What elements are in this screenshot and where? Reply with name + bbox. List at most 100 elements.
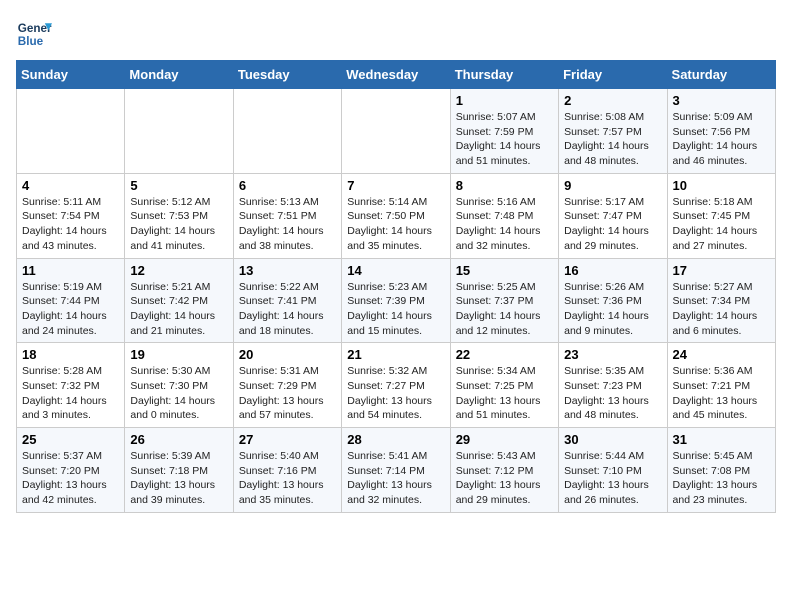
- calendar-week-row: 18 Sunrise: 5:28 AM Sunset: 7:32 PM Dayli…: [17, 343, 776, 428]
- day-number: 18: [22, 347, 119, 362]
- day-info: Sunrise: 5:31 AM Sunset: 7:29 PM Dayligh…: [239, 364, 336, 423]
- calendar-cell: 11 Sunrise: 5:19 AM Sunset: 7:44 PM Dayli…: [17, 258, 125, 343]
- day-number: 11: [22, 263, 119, 278]
- day-number: 26: [130, 432, 227, 447]
- day-info: Sunrise: 5:32 AM Sunset: 7:27 PM Dayligh…: [347, 364, 444, 423]
- calendar-cell: 20 Sunrise: 5:31 AM Sunset: 7:29 PM Dayli…: [233, 343, 341, 428]
- calendar-cell: 6Sunrise: 5:13 AM Sunset: 7:51 PM Daylig…: [233, 173, 341, 258]
- calendar-cell: 5 Sunrise: 5:12 AM Sunset: 7:53 PM Daylig…: [125, 173, 233, 258]
- calendar-cell: [342, 89, 450, 174]
- calendar-cell: 10 Sunrise: 5:18 AM Sunset: 7:45 PM Dayli…: [667, 173, 775, 258]
- logo-icon: General Blue: [16, 16, 52, 52]
- day-info: Sunrise: 5:16 AM Sunset: 7:48 PM Dayligh…: [456, 195, 553, 254]
- day-number: 5: [130, 178, 227, 193]
- day-info: Sunrise: 5:30 AM Sunset: 7:30 PM Dayligh…: [130, 364, 227, 423]
- day-info: Sunrise: 5:21 AM Sunset: 7:42 PM Dayligh…: [130, 280, 227, 339]
- day-number: 31: [673, 432, 770, 447]
- day-info: Sunrise: 5:45 AM Sunset: 7:08 PM Dayligh…: [673, 449, 770, 508]
- day-number: 30: [564, 432, 661, 447]
- calendar-week-row: 1 Sunrise: 5:07 AM Sunset: 7:59 PM Daylig…: [17, 89, 776, 174]
- calendar-cell: 23Sunrise: 5:35 AM Sunset: 7:23 PM Dayli…: [559, 343, 667, 428]
- calendar-cell: 31 Sunrise: 5:45 AM Sunset: 7:08 PM Dayli…: [667, 428, 775, 513]
- calendar-cell: 18 Sunrise: 5:28 AM Sunset: 7:32 PM Dayli…: [17, 343, 125, 428]
- calendar-cell: 24Sunrise: 5:36 AM Sunset: 7:21 PM Dayli…: [667, 343, 775, 428]
- calendar-cell: 2 Sunrise: 5:08 AM Sunset: 7:57 PM Daylig…: [559, 89, 667, 174]
- calendar-cell: 16 Sunrise: 5:26 AM Sunset: 7:36 PM Dayli…: [559, 258, 667, 343]
- day-number: 16: [564, 263, 661, 278]
- day-number: 29: [456, 432, 553, 447]
- day-header: Sunday: [17, 61, 125, 89]
- calendar-cell: 19 Sunrise: 5:30 AM Sunset: 7:30 PM Dayli…: [125, 343, 233, 428]
- day-number: 9: [564, 178, 661, 193]
- day-number: 14: [347, 263, 444, 278]
- day-info: Sunrise: 5:26 AM Sunset: 7:36 PM Dayligh…: [564, 280, 661, 339]
- day-info: Sunrise: 5:12 AM Sunset: 7:53 PM Dayligh…: [130, 195, 227, 254]
- calendar-cell: 9 Sunrise: 5:17 AM Sunset: 7:47 PM Daylig…: [559, 173, 667, 258]
- day-number: 22: [456, 347, 553, 362]
- day-info: Sunrise: 5:07 AM Sunset: 7:59 PM Dayligh…: [456, 110, 553, 169]
- calendar-cell: 1 Sunrise: 5:07 AM Sunset: 7:59 PM Daylig…: [450, 89, 558, 174]
- day-number: 15: [456, 263, 553, 278]
- logo: General Blue: [16, 16, 52, 52]
- day-number: 6: [239, 178, 336, 193]
- calendar-cell: [233, 89, 341, 174]
- day-info: Sunrise: 5:44 AM Sunset: 7:10 PM Dayligh…: [564, 449, 661, 508]
- day-info: Sunrise: 5:09 AM Sunset: 7:56 PM Dayligh…: [673, 110, 770, 169]
- day-header: Wednesday: [342, 61, 450, 89]
- calendar-cell: 4 Sunrise: 5:11 AM Sunset: 7:54 PM Daylig…: [17, 173, 125, 258]
- day-number: 8: [456, 178, 553, 193]
- calendar-cell: 3 Sunrise: 5:09 AM Sunset: 7:56 PM Daylig…: [667, 89, 775, 174]
- day-info: Sunrise: 5:39 AM Sunset: 7:18 PM Dayligh…: [130, 449, 227, 508]
- day-info: Sunrise: 5:22 AM Sunset: 7:41 PM Dayligh…: [239, 280, 336, 339]
- day-header: Tuesday: [233, 61, 341, 89]
- day-info: Sunrise: 5:23 AM Sunset: 7:39 PM Dayligh…: [347, 280, 444, 339]
- day-info: Sunrise: 5:11 AM Sunset: 7:54 PM Dayligh…: [22, 195, 119, 254]
- day-info: Sunrise: 5:19 AM Sunset: 7:44 PM Dayligh…: [22, 280, 119, 339]
- day-number: 17: [673, 263, 770, 278]
- day-number: 27: [239, 432, 336, 447]
- calendar-cell: 22 Sunrise: 5:34 AM Sunset: 7:25 PM Dayli…: [450, 343, 558, 428]
- day-info: Sunrise: 5:41 AM Sunset: 7:14 PM Dayligh…: [347, 449, 444, 508]
- calendar-week-row: 11 Sunrise: 5:19 AM Sunset: 7:44 PM Dayli…: [17, 258, 776, 343]
- day-number: 13: [239, 263, 336, 278]
- calendar-cell: 25 Sunrise: 5:37 AM Sunset: 7:20 PM Dayli…: [17, 428, 125, 513]
- day-info: Sunrise: 5:43 AM Sunset: 7:12 PM Dayligh…: [456, 449, 553, 508]
- day-number: 3: [673, 93, 770, 108]
- day-number: 4: [22, 178, 119, 193]
- day-number: 19: [130, 347, 227, 362]
- day-info: Sunrise: 5:28 AM Sunset: 7:32 PM Dayligh…: [22, 364, 119, 423]
- calendar-cell: 7 Sunrise: 5:14 AM Sunset: 7:50 PM Daylig…: [342, 173, 450, 258]
- day-number: 10: [673, 178, 770, 193]
- day-info: Sunrise: 5:18 AM Sunset: 7:45 PM Dayligh…: [673, 195, 770, 254]
- day-info: Sunrise: 5:08 AM Sunset: 7:57 PM Dayligh…: [564, 110, 661, 169]
- day-info: Sunrise: 5:17 AM Sunset: 7:47 PM Dayligh…: [564, 195, 661, 254]
- day-number: 20: [239, 347, 336, 362]
- day-number: 12: [130, 263, 227, 278]
- day-number: 1: [456, 93, 553, 108]
- day-info: Sunrise: 5:25 AM Sunset: 7:37 PM Dayligh…: [456, 280, 553, 339]
- day-number: 2: [564, 93, 661, 108]
- calendar-cell: 26 Sunrise: 5:39 AM Sunset: 7:18 PM Dayli…: [125, 428, 233, 513]
- calendar-cell: 17Sunrise: 5:27 AM Sunset: 7:34 PM Dayli…: [667, 258, 775, 343]
- svg-text:Blue: Blue: [18, 35, 44, 48]
- day-number: 21: [347, 347, 444, 362]
- day-number: 25: [22, 432, 119, 447]
- day-info: Sunrise: 5:37 AM Sunset: 7:20 PM Dayligh…: [22, 449, 119, 508]
- day-number: 7: [347, 178, 444, 193]
- calendar-cell: 29 Sunrise: 5:43 AM Sunset: 7:12 PM Dayli…: [450, 428, 558, 513]
- day-info: Sunrise: 5:34 AM Sunset: 7:25 PM Dayligh…: [456, 364, 553, 423]
- day-info: Sunrise: 5:40 AM Sunset: 7:16 PM Dayligh…: [239, 449, 336, 508]
- calendar-cell: 30 Sunrise: 5:44 AM Sunset: 7:10 PM Dayli…: [559, 428, 667, 513]
- header: General Blue: [16, 16, 776, 52]
- day-info: Sunrise: 5:14 AM Sunset: 7:50 PM Dayligh…: [347, 195, 444, 254]
- calendar-cell: [125, 89, 233, 174]
- calendar-cell: 12 Sunrise: 5:21 AM Sunset: 7:42 PM Dayli…: [125, 258, 233, 343]
- calendar-cell: 8 Sunrise: 5:16 AM Sunset: 7:48 PM Daylig…: [450, 173, 558, 258]
- day-number: 28: [347, 432, 444, 447]
- calendar-week-row: 4 Sunrise: 5:11 AM Sunset: 7:54 PM Daylig…: [17, 173, 776, 258]
- day-header: Monday: [125, 61, 233, 89]
- day-header: Thursday: [450, 61, 558, 89]
- calendar-cell: 14 Sunrise: 5:23 AM Sunset: 7:39 PM Dayli…: [342, 258, 450, 343]
- calendar-week-row: 25 Sunrise: 5:37 AM Sunset: 7:20 PM Dayli…: [17, 428, 776, 513]
- day-number: 24: [673, 347, 770, 362]
